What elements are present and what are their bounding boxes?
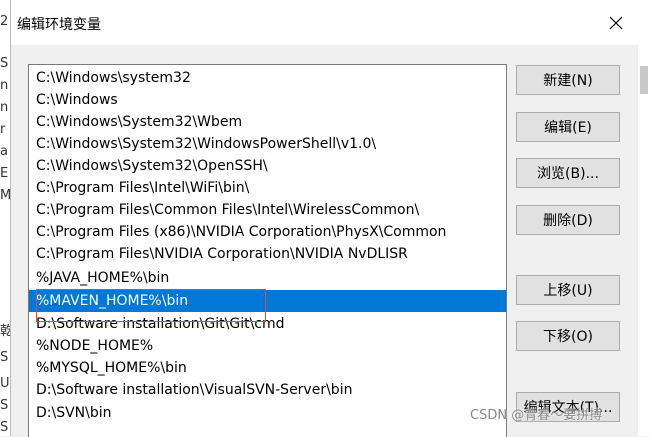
watermark: CSDN @青春～要拼搏 <box>470 408 603 423</box>
background-text: S <box>0 56 9 71</box>
list-item[interactable]: C:\Program Files\Common Files\Intel\Wire… <box>29 199 506 221</box>
list-item[interactable]: D:\Software installation\VisualSVN-Serve… <box>29 379 506 401</box>
background-text: r <box>0 122 6 137</box>
list-item[interactable]: D:\SVN\bin <box>29 402 506 424</box>
delete-button[interactable]: 删除(D) <box>516 205 620 235</box>
background-text: 2 <box>0 14 9 29</box>
list-item[interactable]: %NODE_HOME% <box>29 335 506 357</box>
move-down-button[interactable]: 下移(O) <box>516 321 620 351</box>
edit-environment-variable-dialog: 编辑环境变量 C:\Windows\system32 C:\Windows C:… <box>10 0 639 437</box>
background-text: U <box>0 376 10 391</box>
dialog-title: 编辑环境变量 <box>17 17 101 33</box>
list-item[interactable]: C:\Windows\system32 <box>29 67 506 89</box>
edit-button[interactable]: 编辑(E) <box>516 112 620 142</box>
list-item[interactable]: C:\Program Files\NVIDIA Corporation\NVID… <box>29 243 506 265</box>
background-text: n <box>0 100 9 115</box>
path-list[interactable]: C:\Windows\system32 C:\Windows C:\Window… <box>28 64 507 437</box>
new-button[interactable]: 新建(N) <box>516 65 620 95</box>
background-text: S <box>0 350 9 365</box>
list-item[interactable]: C:\Windows\System32\WindowsPowerShell\v1… <box>29 133 506 155</box>
background-text: S <box>0 420 9 435</box>
background-text: a <box>0 144 8 159</box>
list-item[interactable]: C:\Windows <box>29 89 506 111</box>
list-item[interactable]: %JAVA_HOME%\bin <box>29 267 506 289</box>
list-item[interactable]: D:\Software installation\Git\Git\cmd <box>29 313 506 335</box>
list-item[interactable]: C:\Program Files\Intel\WiFi\bin\ <box>29 177 506 199</box>
title-bar: 编辑环境变量 <box>11 0 638 45</box>
background-text: S <box>0 398 9 413</box>
close-button[interactable] <box>601 10 631 36</box>
list-item[interactable]: C:\Windows\System32\Wbem <box>29 111 506 133</box>
list-item[interactable]: %MYSQL_HOME%\bin <box>29 357 506 379</box>
close-icon <box>609 16 623 30</box>
move-up-button[interactable]: 上移(U) <box>516 275 620 305</box>
browse-button[interactable]: 浏览(B)... <box>516 158 620 188</box>
background-scrollbar-thumb <box>640 66 648 94</box>
list-item[interactable]: C:\Windows\System32\OpenSSH\ <box>29 155 506 177</box>
list-item-selected[interactable]: %MAVEN_HOME%\bin <box>29 290 506 312</box>
background-window-edge <box>638 0 650 436</box>
list-item[interactable]: C:\Program Files (x86)\NVIDIA Corporatio… <box>29 221 506 243</box>
background-text: E <box>0 166 9 181</box>
background-text: n <box>0 78 9 93</box>
